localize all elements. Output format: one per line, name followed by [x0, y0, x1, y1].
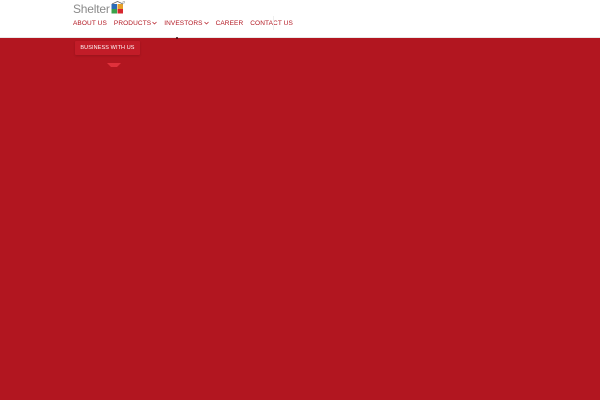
nav-item-label: CAREER	[215, 19, 244, 27]
nav-item-products[interactable]: PRODUCTS	[114, 17, 157, 29]
nav-item-label: ABOUT US	[73, 19, 107, 27]
nav-item-contact-us[interactable]: CONTACT US	[250, 17, 293, 29]
nav-item-label: INVESTORS	[164, 19, 203, 27]
logo-wordmark: Shelter	[73, 2, 110, 16]
dropdown-menu-business-with-us[interactable]: BUSINESS WITH US	[75, 41, 140, 55]
site-header: Shelter ABOUT US PRODUCTS INVESTORS CARE…	[0, 0, 600, 38]
site-logo[interactable]: Shelter	[73, 1, 125, 16]
nav-item-label: CONTACT US	[250, 19, 293, 27]
header-divider	[0, 37, 600, 38]
chevron-down-icon	[203, 20, 209, 27]
nav-item-investors[interactable]: INVESTORS	[164, 17, 209, 29]
nav-item-about-us[interactable]: ABOUT US	[73, 17, 107, 29]
nav-item-career[interactable]: CAREER	[216, 17, 244, 29]
nav-divider	[273, 16, 274, 30]
cursor-dot	[176, 37, 178, 39]
chevron-down-icon	[152, 20, 157, 27]
dropdown-pointer-icon	[107, 55, 121, 67]
main-nav: ABOUT US PRODUCTS INVESTORS CAREER CONTA…	[73, 16, 293, 30]
dropdown-item-label: BUSINESS WITH US	[80, 45, 135, 51]
nav-item-label: PRODUCTS	[113, 19, 152, 27]
